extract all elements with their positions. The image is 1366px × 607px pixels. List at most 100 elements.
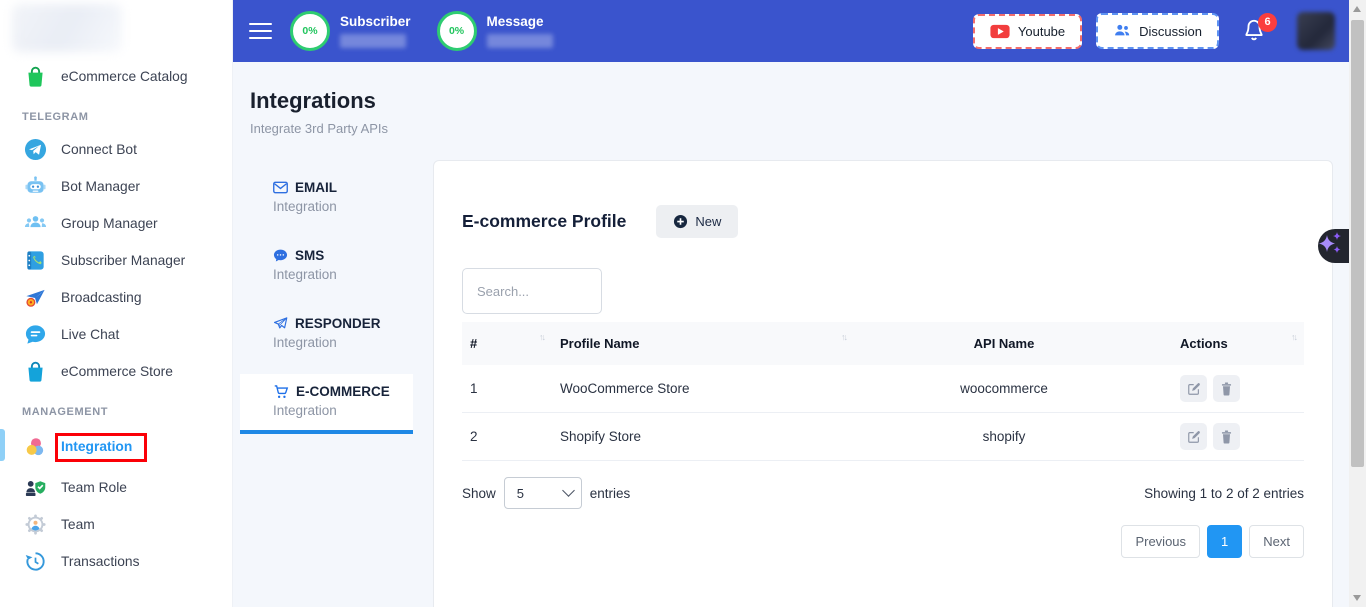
telegram-icon bbox=[24, 138, 47, 161]
responder-plane-icon bbox=[273, 316, 288, 331]
message-stat-label: Message bbox=[487, 14, 553, 29]
sidebar-item-integration[interactable]: Integration bbox=[0, 426, 232, 469]
pagination-next-button[interactable]: Next bbox=[1249, 525, 1304, 558]
sidebar-item-broadcasting[interactable]: Broadcasting bbox=[0, 279, 232, 316]
sparkles-icon bbox=[1318, 229, 1344, 259]
app-logo bbox=[12, 4, 122, 52]
edit-button[interactable] bbox=[1180, 375, 1207, 402]
sidebar-item-label: eCommerce Catalog bbox=[61, 69, 188, 84]
profile-name-cell: WooCommerce Store bbox=[552, 365, 854, 413]
ai-assistant-button[interactable] bbox=[1318, 229, 1349, 263]
subscriber-stat-value-redacted bbox=[340, 34, 406, 48]
edit-icon bbox=[1187, 382, 1201, 396]
page-subtitle: Integrate 3rd Party APIs bbox=[250, 121, 1349, 136]
sidebar-item-live-chat[interactable]: Live Chat bbox=[0, 316, 232, 353]
tab-ecommerce-integration[interactable]: E-COMMERCE Integration bbox=[240, 374, 413, 434]
column-header-api-name[interactable]: API Name bbox=[854, 322, 1154, 365]
column-header-profile-name[interactable]: Profile Name ↑↓ bbox=[552, 322, 854, 365]
robot-icon bbox=[24, 175, 47, 198]
broadcast-icon bbox=[24, 286, 47, 309]
message-progress-ring: 0% bbox=[437, 11, 477, 51]
chat-bubble-icon bbox=[24, 323, 47, 346]
scroll-down-arrow[interactable] bbox=[1353, 595, 1361, 601]
pagination-previous-button[interactable]: Previous bbox=[1121, 525, 1200, 558]
sidebar-item-label: eCommerce Store bbox=[61, 364, 173, 379]
cart-icon bbox=[273, 384, 289, 399]
sidebar-item-label: Team Role bbox=[61, 480, 127, 495]
tab-email-integration[interactable]: EMAIL Integration bbox=[233, 170, 433, 226]
user-avatar[interactable] bbox=[1297, 12, 1335, 50]
search-input[interactable] bbox=[462, 268, 602, 314]
scroll-up-arrow[interactable] bbox=[1353, 6, 1361, 12]
sidebar-item-subscriber-manager[interactable]: Subscriber Manager bbox=[0, 242, 232, 279]
notification-count-badge: 6 bbox=[1258, 13, 1277, 32]
tab-responder-integration[interactable]: RESPONDER Integration bbox=[233, 306, 433, 362]
group-icon bbox=[24, 212, 47, 235]
tab-subtitle: Integration bbox=[273, 267, 423, 282]
message-stat: 0% Message bbox=[437, 11, 553, 51]
pagination-page-1-button[interactable]: 1 bbox=[1207, 525, 1242, 558]
sort-icon: ↑↓ bbox=[1291, 332, 1296, 342]
tab-sms-integration[interactable]: SMS Integration bbox=[233, 238, 433, 294]
scrollbar-thumb[interactable] bbox=[1351, 20, 1364, 467]
sidebar-item-ecommerce-store[interactable]: eCommerce Store bbox=[0, 353, 232, 390]
subscriber-stat: 0% Subscriber bbox=[290, 11, 411, 51]
sidebar-item-team[interactable]: Team bbox=[0, 506, 232, 543]
sidebar-item-label: Bot Manager bbox=[61, 179, 140, 194]
tab-title: SMS bbox=[295, 248, 324, 263]
email-icon bbox=[273, 181, 288, 194]
edit-button[interactable] bbox=[1180, 423, 1207, 450]
sidebar-item-label: Integration bbox=[61, 439, 132, 454]
api-name-cell: shopify bbox=[854, 413, 1154, 461]
sidebar-item-transactions[interactable]: Transactions bbox=[0, 543, 232, 580]
new-button-label: New bbox=[695, 214, 721, 229]
youtube-button[interactable]: Youtube bbox=[973, 14, 1082, 49]
hamburger-menu-icon[interactable] bbox=[249, 23, 272, 40]
tab-subtitle: Integration bbox=[273, 403, 403, 418]
column-header-number[interactable]: # ↑↓ bbox=[462, 322, 552, 365]
integration-circles-icon bbox=[24, 436, 47, 459]
scrollbar[interactable] bbox=[1349, 0, 1366, 607]
tab-title: RESPONDER bbox=[295, 316, 381, 331]
sms-icon bbox=[273, 248, 288, 263]
plus-circle-icon bbox=[673, 214, 688, 229]
new-profile-button[interactable]: New bbox=[656, 205, 738, 238]
delete-button[interactable] bbox=[1213, 375, 1240, 402]
sidebar-item-label: Broadcasting bbox=[61, 290, 142, 305]
subscriber-progress-ring: 0% bbox=[290, 11, 330, 51]
table-row: 1 WooCommerce Store woocommerce bbox=[462, 365, 1304, 413]
youtube-icon bbox=[990, 24, 1010, 39]
panel-title: E-commerce Profile bbox=[462, 211, 626, 232]
discussion-button[interactable]: Discussion bbox=[1096, 13, 1219, 49]
profiles-table: # ↑↓ Profile Name ↑↓ API Name Actions bbox=[462, 322, 1304, 461]
youtube-button-label: Youtube bbox=[1018, 24, 1065, 39]
ecommerce-profile-panel: E-commerce Profile New # ↑↓ bbox=[433, 160, 1333, 607]
tab-subtitle: Integration bbox=[273, 335, 423, 350]
row-number: 2 bbox=[462, 413, 552, 461]
edit-icon bbox=[1187, 430, 1201, 444]
sidebar-item-connect-bot[interactable]: Connect Bot bbox=[0, 131, 232, 168]
trash-icon bbox=[1220, 430, 1233, 444]
table-row: 2 Shopify Store shopify bbox=[462, 413, 1304, 461]
row-number: 1 bbox=[462, 365, 552, 413]
notifications-button[interactable]: 6 bbox=[1243, 17, 1265, 46]
main-content: Integrations Integrate 3rd Party APIs EM… bbox=[233, 62, 1349, 607]
users-icon bbox=[1113, 23, 1131, 39]
team-gear-icon bbox=[24, 513, 47, 536]
contact-book-icon bbox=[24, 249, 47, 272]
subscriber-stat-label: Subscriber bbox=[340, 14, 411, 29]
trash-icon bbox=[1220, 382, 1233, 396]
sidebar-item-label: Transactions bbox=[61, 554, 139, 569]
sidebar-item-bot-manager[interactable]: Bot Manager bbox=[0, 168, 232, 205]
sidebar-item-group-manager[interactable]: Group Manager bbox=[0, 205, 232, 242]
column-header-actions[interactable]: Actions ↑↓ bbox=[1154, 322, 1304, 365]
delete-button[interactable] bbox=[1213, 423, 1240, 450]
sidebar: eCommerce Catalog TELEGRAM Connect Bot B… bbox=[0, 0, 233, 607]
sidebar-item-ecommerce-catalog[interactable]: eCommerce Catalog bbox=[0, 58, 232, 95]
discussion-button-label: Discussion bbox=[1139, 24, 1202, 39]
sidebar-item-team-role[interactable]: Team Role bbox=[0, 469, 232, 506]
entries-label: entries bbox=[590, 486, 631, 501]
sidebar-item-label: Connect Bot bbox=[61, 142, 137, 157]
page-size-select[interactable]: 5 bbox=[504, 477, 582, 509]
sidebar-item-label: Team bbox=[61, 517, 95, 532]
